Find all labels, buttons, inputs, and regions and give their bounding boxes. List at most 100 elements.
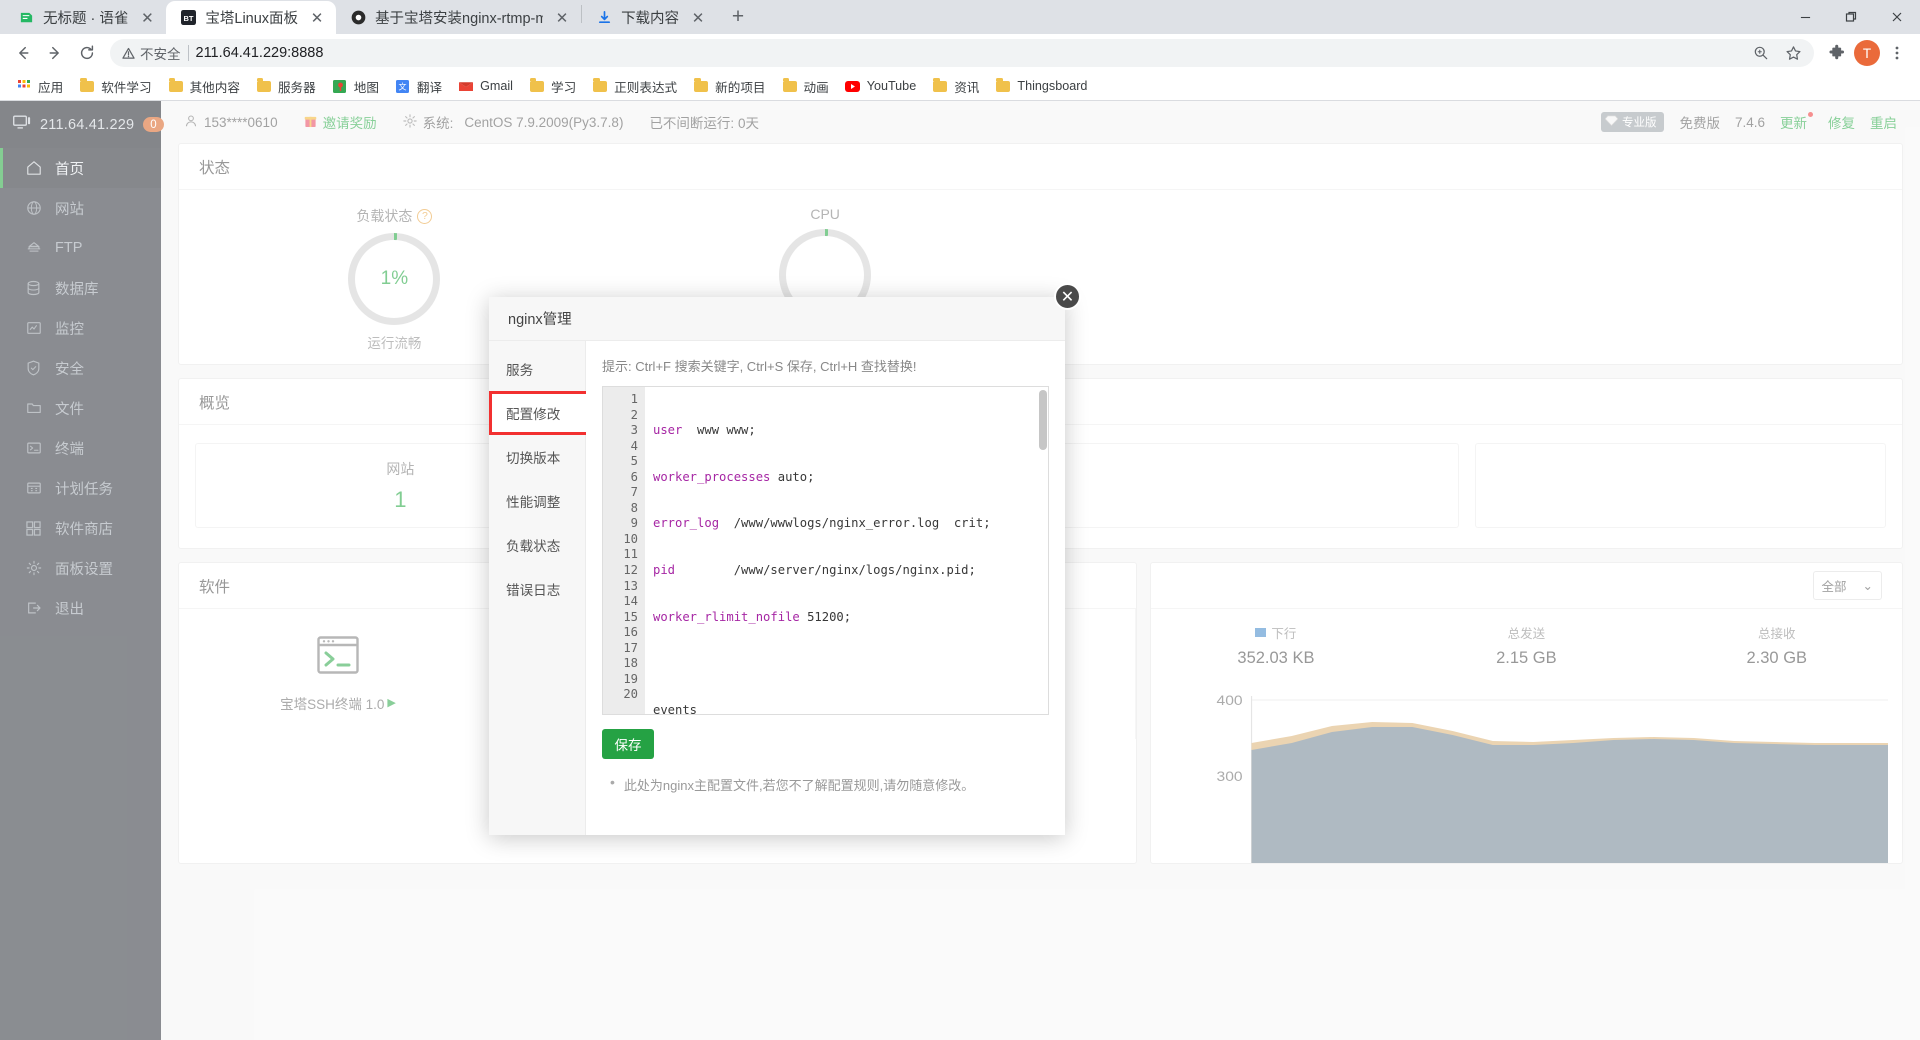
editor-scrollbar[interactable] — [1039, 390, 1047, 450]
bookmark-1[interactable]: 软件学习 — [72, 74, 158, 99]
sidebar-item-settings[interactable]: 面板设置 — [0, 548, 161, 588]
bookmark-gmail[interactable]: Gmail — [451, 75, 520, 97]
back-icon[interactable] — [8, 38, 38, 68]
browser-tab-0[interactable]: 无标题 · 语雀 ✕ — [4, 1, 166, 34]
gtranslate-icon: 文 — [395, 78, 411, 94]
bookmark-apps[interactable]: 应用 — [9, 74, 70, 99]
sidebar-item-crontab[interactable]: 计划任务 — [0, 468, 161, 508]
close-icon[interactable] — [1874, 0, 1920, 34]
bookmark-10[interactable]: 动画 — [775, 74, 836, 99]
close-icon[interactable]: ✕ — [1054, 283, 1081, 310]
download-icon — [596, 9, 613, 26]
sidebar-item-files[interactable]: 文件 — [0, 388, 161, 428]
new-tab-button[interactable]: + — [723, 2, 753, 32]
minimize-icon[interactable] — [1782, 0, 1828, 34]
invite-reward[interactable]: 邀请奖励 — [304, 112, 377, 132]
close-icon[interactable]: ✕ — [551, 7, 573, 29]
sidebar-item-label: 退出 — [55, 598, 84, 619]
modal-tab-load-status[interactable]: 负载状态 — [489, 523, 585, 567]
sidebar-item-security[interactable]: 安全 — [0, 348, 161, 388]
browser-toolbar: 不安全 211.64.41.229:8888 T — [0, 34, 1920, 72]
modal-tab-service[interactable]: 服务 — [489, 347, 585, 391]
net-stat-value: 2.15 GB — [1401, 649, 1651, 668]
profile-avatar[interactable]: T — [1854, 40, 1880, 66]
sidebar-item-appstore[interactable]: 软件商店 — [0, 508, 161, 548]
config-editor[interactable]: 1 2 3 4 5 6 7 8 9 10 11 12 13 — [602, 386, 1049, 715]
line-number: 2 — [603, 408, 638, 424]
bookmark-9[interactable]: 新的项目 — [686, 74, 772, 99]
sidebar-item-monitor[interactable]: 监控 — [0, 308, 161, 348]
zoom-icon[interactable] — [1746, 38, 1776, 68]
sidebar-item-ftp[interactable]: FTP — [0, 228, 161, 268]
modal-tab-config-edit[interactable]: 配置修改 — [489, 391, 586, 435]
sidebar-item-label: 监控 — [55, 318, 84, 339]
bt-sidebar: 211.64.41.229 0 首页 网站 FTP 数据库 监控 — [0, 101, 161, 1040]
sidebar-item-terminal[interactable]: 终端 — [0, 428, 161, 468]
gauge-cpu-label: CPU — [810, 206, 840, 222]
sidebar-item-label: 安全 — [55, 358, 84, 379]
not-secure-indicator[interactable]: 不安全 — [122, 43, 181, 63]
close-icon[interactable]: ✕ — [136, 7, 158, 29]
sidebar-item-home[interactable]: 首页 — [0, 148, 161, 188]
modal-tab-error-log[interactable]: 错误日志 — [489, 567, 585, 611]
home-icon — [25, 160, 42, 177]
line-number: 8 — [603, 501, 638, 517]
bookmark-2[interactable]: 其他内容 — [161, 74, 247, 99]
sidebar-item-website[interactable]: 网站 — [0, 188, 161, 228]
restart-link[interactable]: 重启 — [1870, 112, 1897, 132]
code-line-2: worker_processes auto; — [653, 470, 1048, 486]
bookmark-5[interactable]: 文 翻译 — [388, 74, 449, 99]
browser-tab-3[interactable]: 下载内容 ✕ — [582, 1, 717, 34]
maximize-icon[interactable] — [1828, 0, 1874, 34]
close-icon[interactable]: ✕ — [306, 7, 328, 29]
update-link[interactable]: 更新 — [1780, 112, 1813, 132]
gauge-4 — [1471, 206, 1902, 352]
bookmark-7[interactable]: 学习 — [522, 74, 583, 99]
net-stat-value: 2.30 GB — [1652, 649, 1902, 668]
address-bar[interactable]: 不安全 211.64.41.229:8888 — [110, 39, 1814, 67]
overview-cell-3[interactable] — [1049, 443, 1460, 528]
bookmark-label: 其他内容 — [190, 77, 240, 96]
user-icon — [184, 114, 198, 131]
modal-tab-switch-version[interactable]: 切换版本 — [489, 435, 585, 479]
editor-code-area[interactable]: user www www; worker_processes auto; err… — [645, 387, 1048, 714]
bookmark-3[interactable]: 服务器 — [249, 74, 323, 99]
folder-icon — [168, 78, 184, 94]
line-number: 16 — [603, 625, 638, 641]
gear-icon — [403, 114, 417, 131]
sidebar-item-database[interactable]: 数据库 — [0, 268, 161, 308]
folder-icon — [693, 78, 709, 94]
line-number: 3 — [603, 423, 638, 439]
sidebar-item-logout[interactable]: 退出 — [0, 588, 161, 628]
bookmark-4[interactable]: 地图 — [325, 74, 386, 99]
edition-label: 免费版 — [1679, 112, 1720, 132]
account-info[interactable]: 153****0610 — [184, 114, 278, 131]
repair-link[interactable]: 修复 — [1828, 112, 1855, 132]
forward-icon[interactable] — [40, 38, 70, 68]
extensions-icon[interactable] — [1822, 38, 1852, 68]
network-filter-select[interactable]: 全部 ⌄ — [1813, 571, 1883, 600]
browser-tab-1[interactable]: BT 宝塔Linux面板 ✕ — [166, 1, 336, 34]
modal-tab-performance[interactable]: 性能调整 — [489, 479, 585, 523]
svg-text:文: 文 — [399, 81, 407, 91]
code-line-5: worker_rlimit_nofile 51200; — [653, 610, 1048, 626]
bookmark-13[interactable]: Thingsboard — [988, 75, 1094, 97]
bookmark-12[interactable]: 资讯 — [925, 74, 986, 99]
browser-tab-2[interactable]: 基于宝塔安装nginx-rtmp-modu ✕ — [336, 1, 581, 34]
save-button[interactable]: 保存 — [602, 729, 654, 759]
bookmark-youtube[interactable]: YouTube — [838, 75, 924, 97]
software-item-ssh[interactable]: 宝塔SSH终端 1.0 ▶ — [179, 609, 498, 739]
close-icon[interactable]: ✕ — [687, 7, 709, 29]
bookmark-star-icon[interactable] — [1778, 38, 1808, 68]
chrome-menu-icon[interactable] — [1882, 38, 1912, 68]
sidebar-item-label: FTP — [55, 240, 82, 256]
reload-icon[interactable] — [72, 38, 102, 68]
help-icon[interactable]: ? — [417, 209, 432, 224]
play-icon[interactable]: ▶ — [387, 696, 395, 709]
update-label: 更新 — [1780, 116, 1807, 131]
pro-badge[interactable]: 专业版 — [1601, 112, 1665, 132]
net-stat-label: 总发送 — [1401, 623, 1651, 642]
overview-cell-4[interactable] — [1475, 443, 1886, 528]
bookmark-label: 新的项目 — [715, 77, 765, 96]
bookmark-8[interactable]: 正则表达式 — [585, 74, 684, 99]
